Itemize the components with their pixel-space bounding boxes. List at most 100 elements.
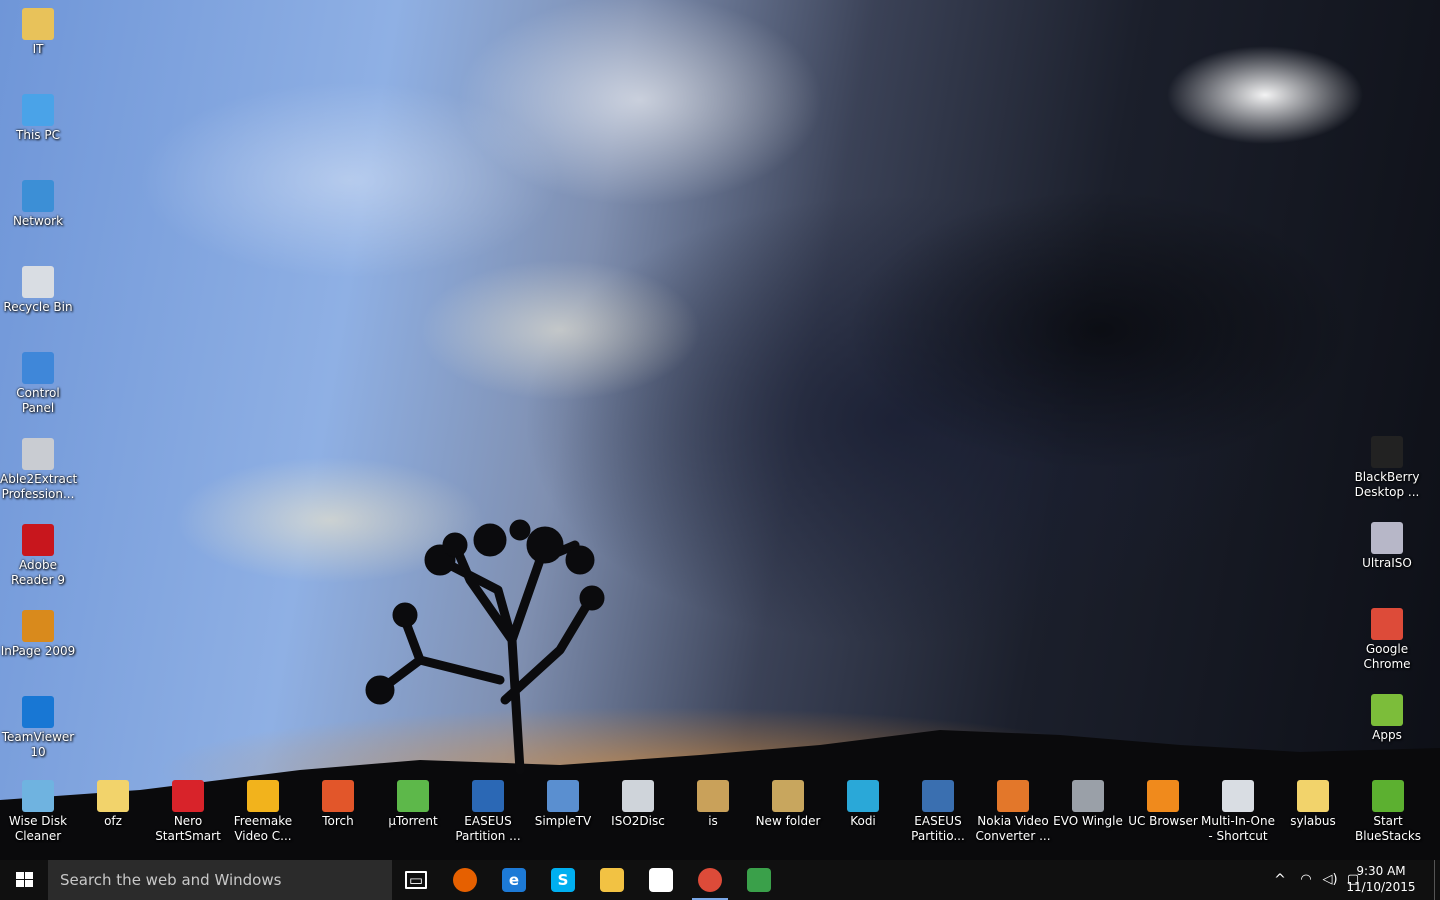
desktop-icon-apps[interactable]: Apps (1349, 694, 1425, 743)
desktop-icon-iso2disc[interactable]: ISO2Disc (600, 780, 676, 829)
volume-speaker-icon[interactable]: ◁) (1318, 860, 1342, 900)
skype-icon: S (551, 868, 575, 892)
clock-time: 9:30 AM (1356, 864, 1406, 878)
desktop-icon-ultraiso[interactable]: UltraISO (1349, 522, 1425, 571)
desktop-icon-this-pc[interactable]: This PC (0, 94, 76, 143)
desktop-icon-control-panel[interactable]: Control Panel (0, 352, 76, 416)
desktop-icon-label: Torch (322, 814, 354, 828)
evo-wingle-icon (1072, 780, 1104, 812)
desktop-icon-label: TeamViewer 10 (1, 730, 75, 759)
nokia-video-converter-icon (997, 780, 1029, 812)
desktop-icon--torrent[interactable]: µTorrent (375, 780, 451, 829)
desktop-icon-nero-startsmart[interactable]: Nero StartSmart (150, 780, 226, 844)
wallpaper-scene (0, 519, 1440, 860)
desktop-icon-label: IT (32, 42, 44, 56)
desktop-icon-label: Google Chrome (1363, 642, 1411, 671)
desktop-icon-easeus-partition[interactable]: EASEUS Partition ... (450, 780, 526, 844)
firefox-icon (453, 868, 477, 892)
desktop-icon-kodi[interactable]: Kodi (825, 780, 901, 829)
desktop-icon-label: sylabus (1290, 814, 1336, 828)
taskbar-task-view-button[interactable]: ▭ (392, 860, 440, 900)
desktop-icon-recycle-bin[interactable]: Recycle Bin (0, 266, 76, 315)
taskbar: Search the web and Windows ▭ e S ^ ◠ ◁) ▢ … (0, 860, 1440, 900)
desktop-icon-label: Adobe Reader 9 (11, 558, 65, 587)
chrome-icon (1371, 608, 1403, 640)
desktop-icon-nokia-video-converter[interactable]: Nokia Video Converter ... (975, 780, 1051, 844)
desktop-icon-label: Recycle Bin (3, 300, 73, 314)
computer-icon (22, 94, 54, 126)
desktop-icon-network[interactable]: Network (0, 180, 76, 229)
apps-android-icon (1371, 694, 1403, 726)
desktop-icon-label: UC Browser (1128, 814, 1198, 828)
desktop-icon-wise-disk-cleaner[interactable]: Wise Disk Cleaner (0, 780, 76, 844)
able2extract-icon (22, 438, 54, 470)
task-view-icon: ▭ (405, 871, 427, 889)
desktop-icon-it[interactable]: IT (0, 8, 76, 57)
desktop-icon-label: ISO2Disc (611, 814, 665, 828)
desktop-icon-able2extract-profession[interactable]: Able2Extract Profession... (0, 438, 77, 502)
desktop-icon-sylabus[interactable]: sylabus (1275, 780, 1351, 829)
desktop-icon-google-chrome[interactable]: Google Chrome (1349, 608, 1425, 672)
desktop-icon-label: Control Panel (16, 386, 60, 415)
taskbar-chrome-button[interactable] (686, 860, 734, 900)
desktop-icon-label: SimpleTV (534, 814, 592, 828)
show-desktop-button[interactable] (1434, 860, 1440, 900)
windows-logo-icon (16, 872, 33, 888)
desktop-icon-multi-in-one-shortcut[interactable]: Multi-In-One - Shortcut (1200, 780, 1276, 844)
desktop-icon-evo-wingle[interactable]: EVO Wingle (1050, 780, 1126, 829)
show-hidden-icons-chevron-icon[interactable]: ^ (1266, 860, 1294, 900)
taskbar-remote-desktop-button[interactable] (735, 860, 783, 900)
desktop-icon-label: UltraISO (1362, 556, 1412, 570)
system-clock[interactable]: 9:30 AM 11/10/2015 (1346, 863, 1416, 895)
file-explorer-icon (600, 868, 624, 892)
user-folder-icon (22, 8, 54, 40)
folder-icon (97, 780, 129, 812)
desktop-icon-new-folder[interactable]: New folder (750, 780, 826, 829)
uc-browser-icon (1147, 780, 1179, 812)
clock-date: 11/10/2015 (1346, 880, 1416, 894)
desktop-icon-ofz[interactable]: ofz (75, 780, 151, 829)
desktop-icon-label: New folder (755, 814, 821, 828)
desktop-icon-label: Network (12, 214, 64, 228)
desktop-icon-label: InPage 2009 (0, 644, 76, 658)
desktop-icon-uc-browser[interactable]: UC Browser (1125, 780, 1201, 829)
bluestacks-icon (1372, 780, 1404, 812)
desktop-icon-freemake-video-c[interactable]: Freemake Video C... (225, 780, 301, 844)
folder-icon (1297, 780, 1329, 812)
taskbar-store-button[interactable] (637, 860, 685, 900)
desktop-icon-label: Freemake Video C... (233, 814, 293, 843)
desktop-icon-label: Apps (1372, 728, 1402, 742)
desktop-icon-teamviewer-10[interactable]: TeamViewer 10 (0, 696, 76, 760)
desktop-icon-adobe-reader-9[interactable]: Adobe Reader 9 (0, 524, 76, 588)
desktop-icon-inpage-2009[interactable]: InPage 2009 (0, 610, 76, 659)
chrome-icon (698, 868, 722, 892)
desktop-icon-blackberry-desktop[interactable]: BlackBerry Desktop ... (1349, 436, 1425, 500)
desktop-icon-label: BlackBerry Desktop ... (1354, 470, 1420, 499)
network-wifi-icon[interactable]: ◠ (1294, 860, 1318, 900)
taskbar-edge-button[interactable]: e (490, 860, 538, 900)
wise-disk-cleaner-icon (22, 780, 54, 812)
taskbar-skype-button[interactable]: S (539, 860, 587, 900)
control-panel-icon (22, 352, 54, 384)
desktop-icon-label: Multi-In-One - Shortcut (1201, 814, 1275, 843)
store-icon (649, 868, 673, 892)
desktop-icon-label: EASEUS Partition ... (455, 814, 521, 843)
start-button[interactable] (0, 860, 48, 900)
desktop-wallpaper (0, 0, 1440, 860)
teamviewer-icon (22, 696, 54, 728)
desktop-icon-torch[interactable]: Torch (300, 780, 376, 829)
inpage-icon (22, 610, 54, 642)
desktop-icon-is[interactable]: is (675, 780, 751, 829)
desktop-icon-start-bluestacks[interactable]: Start BlueStacks (1350, 780, 1426, 844)
search-box[interactable]: Search the web and Windows (48, 860, 392, 900)
desktop-icon-label: ofz (104, 814, 122, 828)
adobe-reader-icon (22, 524, 54, 556)
taskbar-file-explorer-button[interactable] (588, 860, 636, 900)
kodi-icon (847, 780, 879, 812)
desktop-icon-label: µTorrent (388, 814, 438, 828)
desktop-icon-easeus-partitio[interactable]: EASEUS Partitio... (900, 780, 976, 844)
desktop-icon-label: Nokia Video Converter ... (975, 814, 1051, 843)
recycle-bin-icon (22, 266, 54, 298)
desktop-icon-simpletv[interactable]: SimpleTV (525, 780, 601, 829)
taskbar-firefox-button[interactable] (441, 860, 489, 900)
